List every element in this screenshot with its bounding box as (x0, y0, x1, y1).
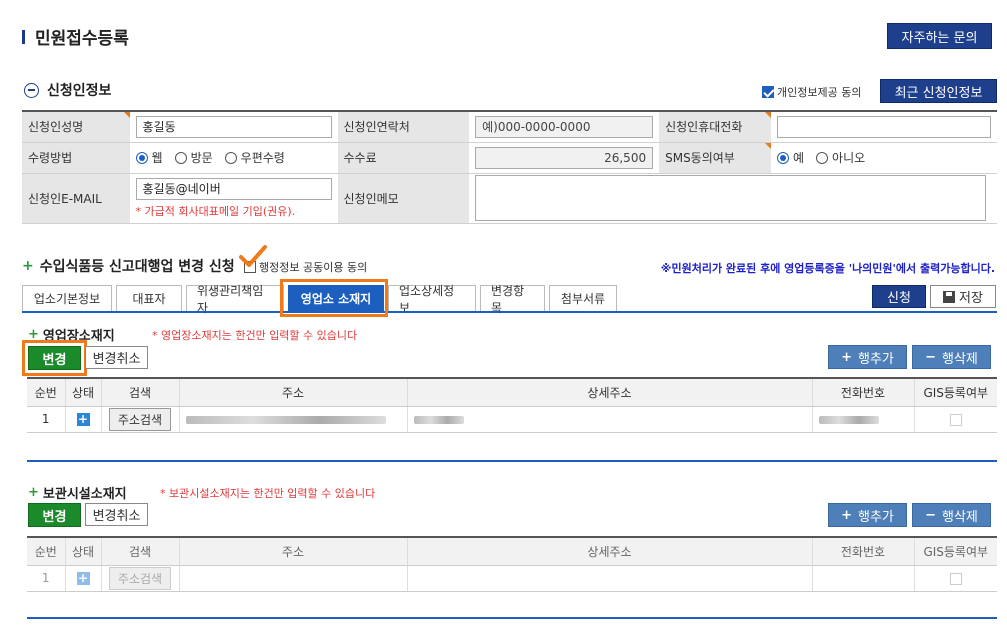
receive-method-options: 웹 방문 우편수령 (135, 149, 332, 166)
sms-no-radio[interactable] (816, 151, 829, 164)
contact-input[interactable]: 예)000-0000-0000 (475, 115, 654, 138)
minus-icon: − (925, 507, 936, 523)
receive-visit-radio[interactable] (174, 151, 187, 164)
table-row: 1 + 주소검색 (27, 406, 997, 433)
highlight-box (22, 340, 87, 376)
email-input[interactable]: 홍길동@네이버 (135, 177, 332, 200)
tab-hygiene-manager[interactable]: 위생관리책임자 (186, 284, 284, 315)
plus-icon: + (841, 507, 852, 523)
name-label: 신청인성명 (22, 111, 130, 143)
add-icon[interactable]: + (76, 571, 90, 585)
tab-business-detail[interactable]: 업소상세정보 (388, 284, 476, 315)
receive-web-radio[interactable] (135, 151, 148, 164)
minus-icon: − (925, 349, 936, 365)
contact-label: 신청인연락처 (337, 111, 470, 143)
save-button[interactable]: 저장 (930, 285, 996, 308)
plus-icon: + (22, 258, 34, 274)
privacy-consent[interactable]: 개인정보제공 동의 (762, 84, 861, 100)
storage-change-button[interactable]: 변경 (28, 503, 81, 527)
receive-mail-radio[interactable] (224, 151, 237, 164)
tab-representative[interactable]: 대표자 (116, 285, 182, 311)
phone-cell[interactable] (812, 406, 915, 433)
tab-attachments[interactable]: 첨부서류 (549, 285, 617, 311)
applicant-section-header: 신청인정보 (24, 80, 111, 100)
gis-checkbox[interactable] (949, 572, 962, 585)
check-mark-icon (239, 245, 267, 267)
faq-button[interactable]: 자주하는 문의 (887, 23, 992, 49)
name-input[interactable]: 홍길동 (135, 115, 332, 138)
phone-cell[interactable] (812, 565, 915, 592)
section-divider (27, 617, 997, 619)
business-cancel-button[interactable]: 변경취소 (85, 346, 148, 369)
plus-icon: + (841, 349, 852, 365)
memo-label: 신청인메모 (337, 173, 470, 224)
sms-label: SMS동의여부 (659, 142, 771, 174)
business-location-grid: 순번 상태 검색 주소 상세주소 전화번호 GIS등록여부 1 + 주소검색 (27, 377, 997, 433)
address-cell[interactable] (179, 565, 408, 592)
sms-options: 예 아니오 (777, 149, 991, 166)
plus-icon: + (28, 485, 39, 500)
address-cell[interactable] (179, 406, 408, 433)
save-icon (943, 290, 956, 303)
business-location-note: * 영업장소재지는 한건만 입력할 수 있습니다 (152, 329, 358, 342)
collapse-icon[interactable] (24, 82, 39, 98)
mobile-label: 신청인휴대전화 (659, 111, 771, 143)
recent-applicant-button[interactable]: 최근 신청인정보 (880, 79, 997, 103)
business-add-row-button[interactable]: + 행추가 (828, 345, 907, 369)
storage-del-row-button[interactable]: − 행삭제 (912, 503, 991, 527)
sms-yes-radio[interactable] (777, 151, 789, 164)
highlight-box (280, 279, 388, 317)
address-search-button[interactable]: 주소검색 (108, 566, 172, 590)
add-icon[interactable]: + (76, 412, 90, 426)
storage-location-note: * 보관시설소재지는 한건만 입력할 수 있습니다 (160, 487, 376, 500)
storage-location-header: + 보관시설소재지 (28, 485, 127, 502)
apply-button[interactable]: 신청 (872, 285, 926, 308)
applicant-form: 신청인성명 홍길동 신청인연락처 예)000-0000-0000 신청인휴대전화… (22, 110, 997, 224)
storage-add-row-button[interactable]: + 행추가 (828, 503, 907, 527)
page-title: 민원접수등록 (22, 24, 129, 49)
mobile-input[interactable] (777, 115, 991, 138)
address-search-button[interactable]: 주소검색 (108, 407, 172, 431)
table-row: 1 + 주소검색 (27, 565, 997, 592)
memo-textarea[interactable] (475, 175, 987, 221)
fee-label: 수수료 (337, 142, 470, 174)
section-divider (27, 460, 997, 462)
business-del-row-button[interactable]: − 행삭제 (912, 345, 991, 369)
completion-notice: ※민원처리가 완료된 후에 영업등록증을 '나의민원'에서 출력가능합니다. (660, 262, 995, 275)
storage-location-grid: 순번 상태 검색 주소 상세주소 전화번호 GIS등록여부 1 + 주소검색 (27, 536, 997, 592)
storage-cancel-button[interactable]: 변경취소 (85, 503, 148, 526)
privacy-consent-checkbox[interactable] (762, 86, 774, 98)
fee-value: 26,500 (475, 146, 654, 169)
email-label: 신청인E-MAIL (22, 173, 130, 224)
tab-basic-info[interactable]: 업소기본정보 (22, 285, 112, 311)
tab-change-items[interactable]: 변경항목 (480, 284, 545, 315)
change-section-header: + 수입식품등 신고대행업 변경 신청 (22, 258, 235, 275)
email-note: * 가급적 회사대표메일 기입(권유). (135, 204, 296, 218)
receive-label: 수령방법 (22, 142, 130, 174)
detail-address-cell[interactable] (407, 406, 813, 433)
tab-divider (22, 311, 997, 313)
detail-address-cell[interactable] (407, 565, 813, 592)
gis-checkbox[interactable] (949, 413, 962, 426)
